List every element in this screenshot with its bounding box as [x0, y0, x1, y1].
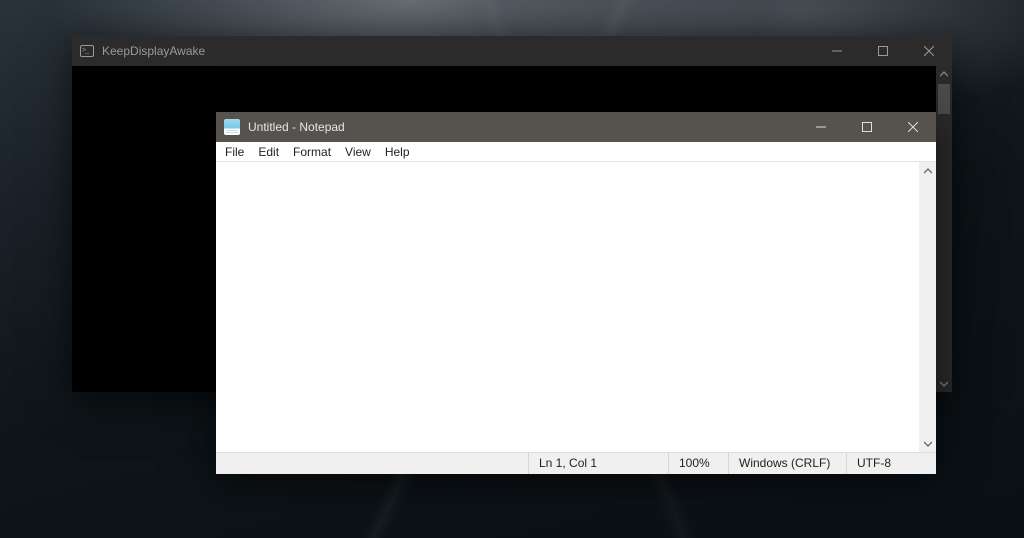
chevron-up-icon: [940, 70, 948, 78]
console-close-button[interactable]: [906, 36, 952, 66]
menu-format[interactable]: Format: [286, 144, 338, 160]
notepad-maximize-button[interactable]: [844, 112, 890, 142]
notepad-statusbar: Ln 1, Col 1 100% Windows (CRLF) UTF-8: [216, 452, 936, 474]
notepad-app-icon: [224, 119, 240, 135]
menu-edit[interactable]: Edit: [251, 144, 286, 160]
scrollbar-up-button[interactable]: [936, 66, 952, 82]
minimize-icon: [832, 46, 842, 56]
status-encoding: UTF-8: [846, 453, 936, 474]
notepad-scrollbar[interactable]: [919, 162, 936, 452]
console-app-icon: [80, 45, 94, 57]
menu-file[interactable]: File: [218, 144, 251, 160]
scrollbar-down-button[interactable]: [919, 435, 936, 452]
scrollbar-up-button[interactable]: [919, 162, 936, 179]
minimize-icon: [816, 122, 826, 132]
notepad-title: Untitled - Notepad: [248, 120, 345, 134]
notepad-close-button[interactable]: [890, 112, 936, 142]
menu-help[interactable]: Help: [378, 144, 417, 160]
notepad-window[interactable]: Untitled - Notepad File Edit Format View…: [216, 112, 936, 474]
statusbar-spacer: [216, 453, 528, 474]
notepad-minimize-button[interactable]: [798, 112, 844, 142]
status-line-ending: Windows (CRLF): [728, 453, 846, 474]
console-title: KeepDisplayAwake: [102, 44, 205, 58]
console-maximize-button[interactable]: [860, 36, 906, 66]
scrollbar-down-button[interactable]: [936, 376, 952, 392]
menu-view[interactable]: View: [338, 144, 378, 160]
notepad-menubar: File Edit Format View Help: [216, 142, 936, 162]
console-minimize-button[interactable]: [814, 36, 860, 66]
console-scrollbar[interactable]: [936, 66, 952, 392]
close-icon: [908, 122, 918, 132]
notepad-titlebar[interactable]: Untitled - Notepad: [216, 112, 936, 142]
close-icon: [924, 46, 934, 56]
status-zoom: 100%: [668, 453, 728, 474]
notepad-editor-area: [216, 162, 936, 452]
chevron-up-icon: [924, 167, 932, 175]
maximize-icon: [878, 46, 888, 56]
maximize-icon: [862, 122, 872, 132]
console-titlebar[interactable]: KeepDisplayAwake: [72, 36, 952, 66]
chevron-down-icon: [924, 440, 932, 448]
scrollbar-thumb[interactable]: [938, 84, 950, 114]
chevron-down-icon: [940, 380, 948, 388]
status-cursor-position: Ln 1, Col 1: [528, 453, 668, 474]
notepad-text-editor[interactable]: [216, 162, 919, 452]
